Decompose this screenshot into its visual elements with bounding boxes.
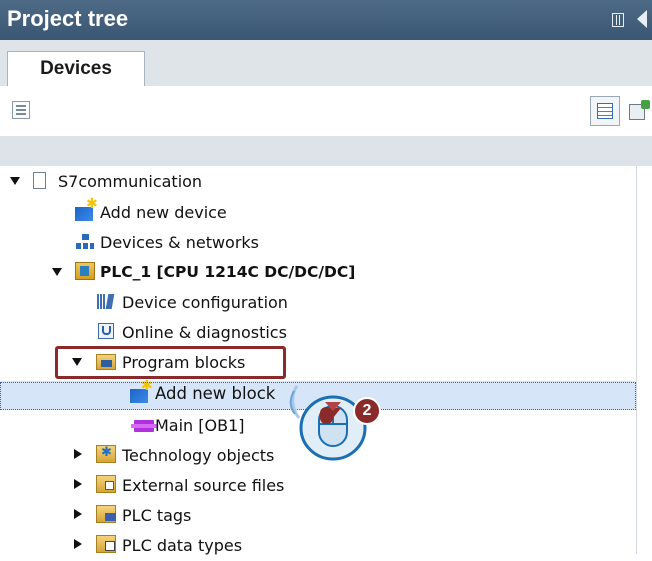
- tree-item-plc-tags[interactable]: PLC tags: [0, 500, 636, 531]
- tab-devices[interactable]: Devices: [7, 51, 145, 87]
- tree-item-label: External source files: [122, 476, 285, 495]
- ob-block-icon: [131, 420, 157, 432]
- highlight-box: [55, 346, 286, 379]
- tree-item-label: PLC tags: [122, 506, 192, 525]
- collapse-arrow-icon[interactable]: [637, 10, 647, 28]
- toolbar: [0, 86, 652, 136]
- tree-item-project[interactable]: S7communication: [0, 166, 636, 197]
- device-config-icon: [96, 292, 116, 310]
- network-icon: [75, 232, 95, 250]
- collapsed-arrow-icon[interactable]: [74, 479, 82, 489]
- panel-layout-icon[interactable]: [612, 13, 624, 27]
- column-divider: [636, 166, 637, 554]
- view-button[interactable]: [626, 96, 652, 126]
- tags-icon: [96, 505, 116, 523]
- tree-item-label: Device configuration: [122, 293, 288, 312]
- technology-icon: [96, 445, 116, 463]
- step-number-badge: 2: [353, 397, 381, 425]
- source-files-icon: [96, 475, 116, 493]
- tree-item-plc[interactable]: PLC_1 [CPU 1214C DC/DC/DC]: [0, 257, 636, 288]
- expand-arrow-icon[interactable]: [52, 268, 62, 276]
- data-types-icon: [96, 535, 116, 553]
- mouse-click-icon: [289, 385, 367, 461]
- collapsed-arrow-icon[interactable]: [74, 509, 82, 519]
- tree-item-label: PLC_1 [CPU 1214C DC/DC/DC]: [100, 263, 356, 281]
- tree-item-label: PLC data types: [122, 536, 243, 555]
- tree-item-label: Add new device: [100, 203, 227, 222]
- window-title: Project tree: [7, 6, 129, 31]
- tree-item-label: Online & diagnostics: [122, 323, 287, 342]
- project-icon: [33, 172, 46, 189]
- collapsed-arrow-icon[interactable]: [74, 449, 82, 459]
- tree-item-add-new-device[interactable]: Add new device: [0, 196, 636, 228]
- tree-item-plc-data-types[interactable]: PLC data types: [0, 530, 636, 561]
- tree-item-label: Main [OB1]: [155, 416, 245, 435]
- overview-button[interactable]: [590, 96, 620, 126]
- online-diagnostics-icon: [98, 323, 114, 339]
- tree-item-devices-networks[interactable]: Devices & networks: [0, 227, 636, 258]
- tree-item-device-configuration[interactable]: Device configuration: [0, 287, 636, 318]
- tree-header: [0, 136, 652, 166]
- title-bar: Project tree: [0, 0, 652, 40]
- plc-icon: [75, 262, 95, 280]
- tree-item-label: S7communication: [58, 172, 203, 191]
- tree-item-label: Devices & networks: [100, 233, 260, 252]
- tree-item-external-source-files[interactable]: External source files: [0, 470, 636, 501]
- tree-item-online-diagnostics[interactable]: Online & diagnostics: [0, 317, 636, 348]
- expand-arrow-icon[interactable]: [10, 177, 20, 185]
- tab-strip: Devices: [0, 40, 652, 87]
- collapsed-arrow-icon[interactable]: [74, 539, 82, 549]
- properties-icon[interactable]: [12, 101, 30, 119]
- add-device-icon: [75, 196, 98, 221]
- tree-item-label: Technology objects: [122, 446, 275, 465]
